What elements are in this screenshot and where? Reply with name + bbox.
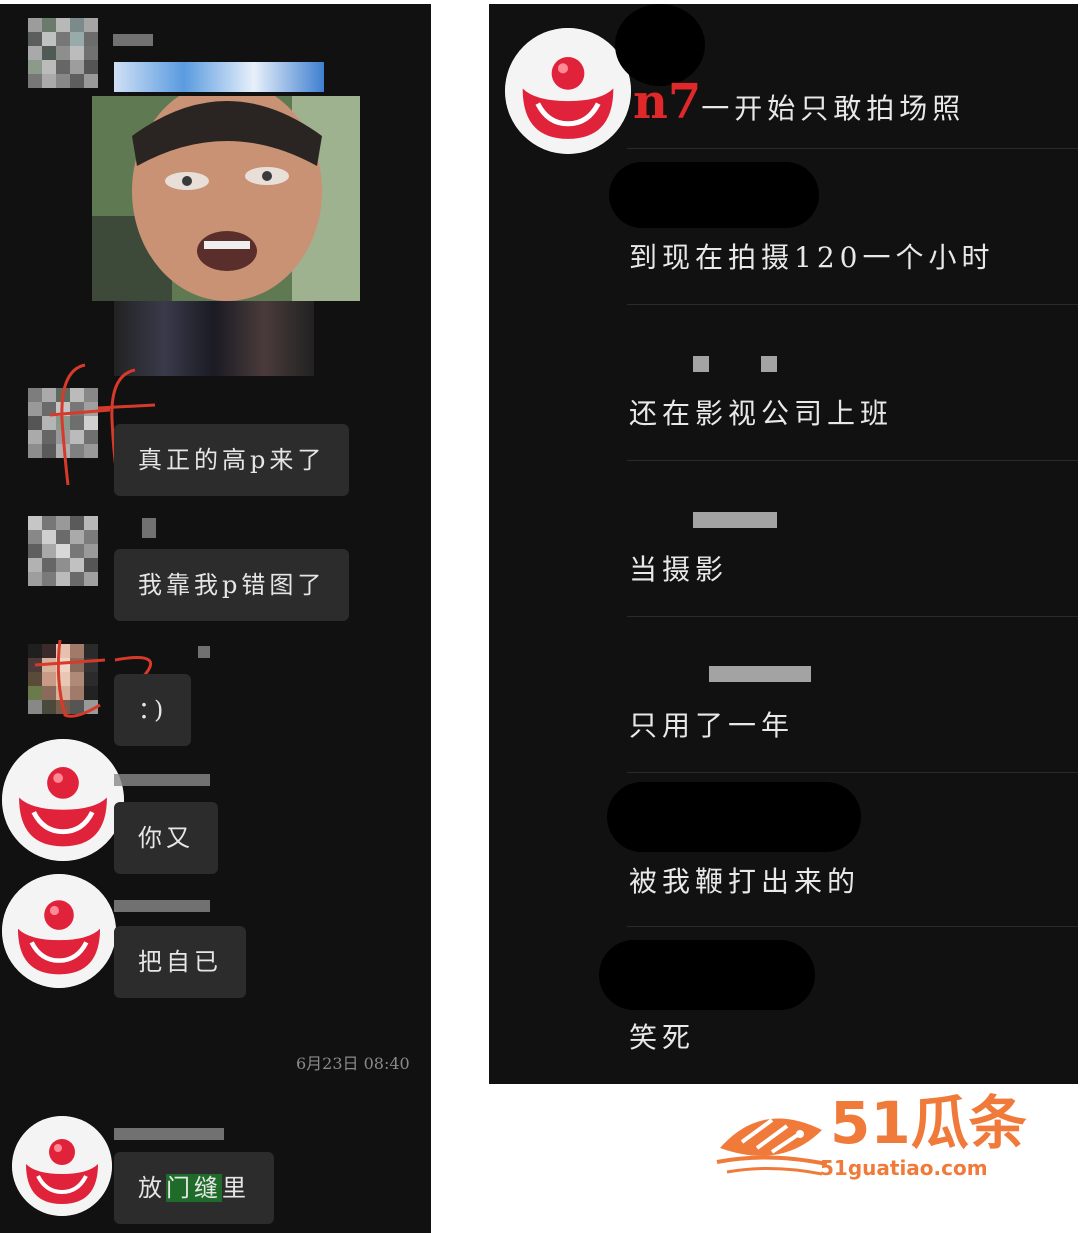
redacted-name [607,782,861,852]
watermark-brand: 51瓜条 [830,1089,1027,1157]
message-row-text[interactable]: 笑死 [629,1016,695,1056]
redacted-name [609,162,819,228]
clown-face-icon [12,1116,112,1216]
clown-avatar[interactable] [505,28,631,154]
sender-name [114,1128,224,1140]
message-row-text[interactable]: 还在影视公司上班 [629,392,893,432]
watermark-logo: 51瓜条 51guatiao.com [712,1090,1052,1190]
sender-name [114,774,210,786]
message-text: 放 [138,1174,166,1202]
right-chat-screenshot: n7一开始只敢拍场照 到现在拍摄120一个小时 还在影视公司上班 当摄影 只用了… [489,4,1078,1084]
message-bubble[interactable]: 真正的高p来了 [114,424,350,496]
highlighted-text: 门缝 [166,1174,222,1202]
message-row-text[interactable]: 当摄影 [629,548,728,588]
message-row-text[interactable]: 被我鞭打出来的 [629,860,860,900]
message-text: 一开始只敢拍场照 [701,92,966,125]
redacted-name [599,940,815,1010]
watermark-url: 51guatiao.com [820,1156,988,1180]
meme-face-image [92,96,360,301]
clown-face-icon [505,28,631,154]
message-bubble[interactable]: ：) [114,674,192,746]
sender-name [113,34,153,46]
blurred-name [709,666,811,682]
message-row-text[interactable]: 只用了一年 [629,704,794,744]
timestamp: 6月23日 08:40 [296,1054,410,1073]
avatar[interactable] [28,516,98,586]
clown-avatar[interactable] [2,739,124,861]
left-chat-screenshot: 真正的高p来了 我靠我p错图了 ：) 你又 把自已 6月23日 08:40 放门… [0,4,431,1233]
blurred-banner [114,62,324,92]
sender-name [114,900,210,912]
clown-face-icon [2,739,124,861]
clown-avatar[interactable] [2,874,116,988]
divider [627,616,1078,617]
divider [627,148,1078,149]
message-row-text[interactable]: 到现在拍摄120一个小时 [629,236,994,276]
sender-name [142,518,156,538]
blurred-name [761,356,777,372]
blurred-name [693,356,709,372]
message-bubble[interactable]: 你又 [114,802,218,874]
fish-logo-icon [716,1118,828,1176]
message-text: 里 [222,1174,250,1202]
avatar[interactable] [28,18,98,88]
divider [627,304,1078,305]
message-row-text[interactable]: n7一开始只敢拍场照 [633,74,965,130]
message-bubble[interactable]: 我靠我p错图了 [114,549,350,621]
red-annotation-n7: n7 [633,74,702,130]
blurred-name [693,512,777,528]
meme-image[interactable] [92,96,360,301]
divider [627,772,1078,773]
divider [627,926,1078,927]
message-bubble[interactable]: 放门缝里 [114,1152,274,1224]
clown-avatar[interactable] [12,1116,112,1216]
message-bubble[interactable]: 把自已 [114,926,246,998]
sender-name [198,646,210,658]
clown-face-icon [2,874,116,988]
divider [627,460,1078,461]
